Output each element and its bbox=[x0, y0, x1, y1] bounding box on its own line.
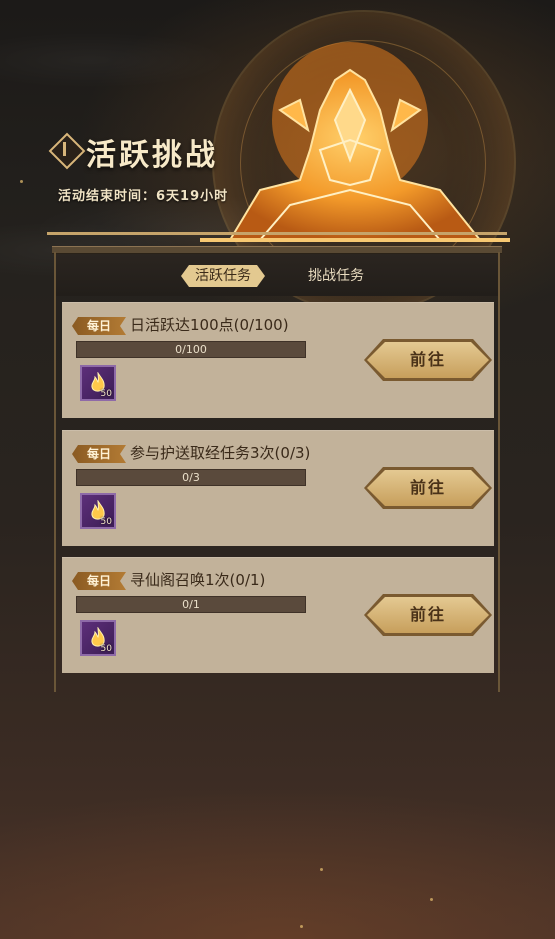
task-tabs: 活跃任务 挑战任务 bbox=[56, 254, 498, 296]
panel-shelf bbox=[52, 246, 502, 254]
progress-text: 0/3 bbox=[182, 471, 200, 484]
go-button[interactable]: 前往 bbox=[367, 470, 489, 506]
sparkle bbox=[20, 180, 23, 183]
tab-challenge-tasks[interactable]: 挑战任务 bbox=[294, 265, 378, 287]
tab-active-tasks[interactable]: 活跃任务 bbox=[181, 265, 265, 287]
go-button[interactable]: 前往 bbox=[367, 342, 489, 378]
event-end-time: 活动结束时间：6天19小时 bbox=[58, 189, 229, 204]
panel-border-right bbox=[498, 252, 500, 692]
reward-count: 50 bbox=[100, 517, 112, 527]
daily-badge: 每日 bbox=[72, 445, 126, 463]
task-description: 参与护送取经任务3次(0/3) bbox=[130, 444, 311, 462]
page-title: 活跃挑战 bbox=[86, 138, 218, 173]
task-card: 每日 寻仙阁召唤1次(0/1) 0/1 50 前往 bbox=[62, 557, 494, 673]
exclamation-mark-icon bbox=[63, 142, 66, 156]
progress-text: 0/100 bbox=[175, 343, 207, 356]
task-card: 每日 日活跃达100点(0/100) 0/100 50 前往 bbox=[62, 302, 494, 418]
task-description: 日活跃达100点(0/100) bbox=[130, 316, 289, 334]
progress-bar: 0/1 bbox=[76, 596, 306, 613]
reward-item[interactable]: 50 bbox=[80, 620, 116, 656]
sparkle bbox=[300, 925, 303, 928]
reward-count: 50 bbox=[100, 389, 112, 399]
daily-badge: 每日 bbox=[72, 317, 126, 335]
reward-item[interactable]: 50 bbox=[80, 493, 116, 529]
progress-bar: 0/3 bbox=[76, 469, 306, 486]
reward-item[interactable]: 50 bbox=[80, 365, 116, 401]
task-description: 寻仙阁召唤1次(0/1) bbox=[130, 571, 266, 589]
progress-text: 0/1 bbox=[182, 598, 200, 611]
reward-count: 50 bbox=[100, 644, 112, 654]
sparkle bbox=[430, 898, 433, 901]
panel-border-left bbox=[54, 252, 56, 692]
daily-badge: 每日 bbox=[72, 572, 126, 590]
go-button[interactable]: 前往 bbox=[367, 597, 489, 633]
task-card: 每日 参与护送取经任务3次(0/3) 0/3 50 前往 bbox=[62, 430, 494, 546]
golden-deity-illustration bbox=[200, 42, 510, 242]
sparkle bbox=[320, 868, 323, 871]
progress-bar: 0/100 bbox=[76, 341, 306, 358]
